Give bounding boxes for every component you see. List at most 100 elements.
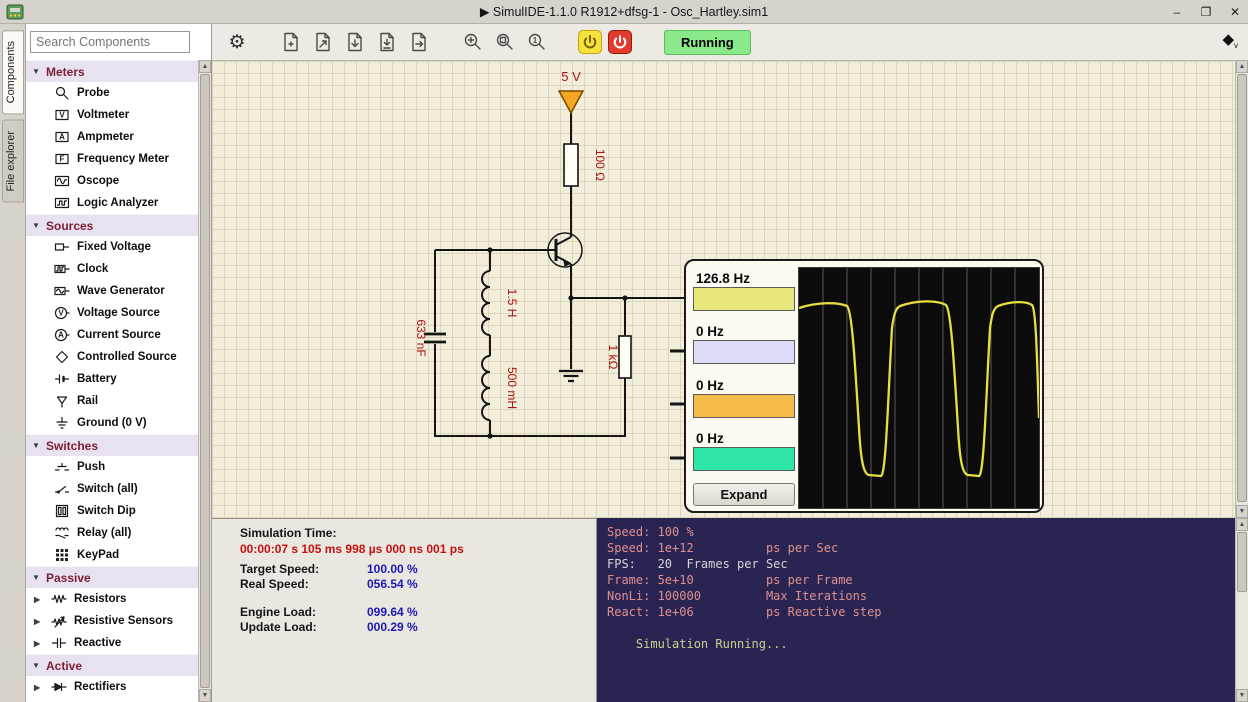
freq-value: 0 Hz (696, 324, 724, 339)
palette-item-resistors[interactable]: ▶Resistors (26, 588, 198, 610)
console-scrollbar[interactable]: ▲ ▼ (1235, 518, 1248, 702)
palette-item-oscope[interactable]: Oscope (26, 170, 198, 192)
power-off-button[interactable] (608, 30, 632, 54)
logic-analyzer-icon (53, 195, 70, 212)
probe-icon (53, 85, 70, 102)
inductor-l2[interactable]: 500 mH (482, 356, 519, 420)
palette-item-clock[interactable]: Clock (26, 258, 198, 280)
palette-item-switch-dip[interactable]: Switch Dip (26, 500, 198, 522)
svg-text:1.5 H: 1.5 H (505, 289, 519, 318)
frequency-meter[interactable]: 126.8 Hz 0 Hz 0 Hz 0 Hz Expand (684, 259, 1044, 513)
console-line: React: 1e+06 ps Reactive step (607, 604, 1226, 620)
palette-item-voltage-source[interactable]: VVoltage Source (26, 302, 198, 324)
console-line: NonLi: 100000 Max Iterations (607, 588, 1226, 604)
palette-scrollbar[interactable]: ▲ ▼ (198, 60, 211, 702)
palette-item-ampmeter[interactable]: AAmpmeter (26, 126, 198, 148)
stat-value: 056.54 % (367, 577, 418, 591)
expand-arrow-icon[interactable]: ▶ (34, 617, 43, 626)
side-tabstrip: Components File explorer (0, 24, 26, 702)
minimize-button[interactable]: – (1170, 5, 1184, 19)
zoom-selected-icon[interactable] (492, 29, 518, 55)
power-on-button[interactable] (578, 30, 602, 54)
canvas-scrollbar[interactable]: ▲ ▼ (1235, 60, 1248, 518)
resistor-r2[interactable]: 1 kΩ (606, 336, 631, 378)
simulation-console[interactable]: Speed: 100 % Speed: 1e+12 ps per Sec FPS… (597, 518, 1236, 702)
palette-item-controlled-source[interactable]: Controlled Source (26, 346, 198, 368)
palette-item-keypad[interactable]: KeyPad (26, 544, 198, 566)
palette-item-voltmeter[interactable]: VVoltmeter (26, 104, 198, 126)
palette-item-push[interactable]: Push (26, 456, 198, 478)
expand-button[interactable]: Expand (693, 483, 795, 506)
svg-text:100 Ω: 100 Ω (593, 149, 607, 181)
scroll-up-icon[interactable]: ▲ (1236, 518, 1248, 531)
save-circuit-icon[interactable] (342, 29, 368, 55)
save-as-circuit-icon[interactable] (374, 29, 400, 55)
zoom-fit-icon[interactable] (460, 29, 486, 55)
capacitor-c1[interactable]: 633 nF (414, 319, 446, 356)
palette-item-probe[interactable]: Probe (26, 82, 198, 104)
junction-dots (487, 247, 627, 438)
expand-arrow-icon[interactable]: ▶ (34, 595, 43, 604)
stat-value: 000.29 % (367, 620, 418, 634)
scroll-up-icon[interactable]: ▲ (199, 60, 211, 73)
component-list: ▼Meters Probe VVoltmeter AAmpmeter FFreq… (26, 60, 198, 702)
palette-item-current-source[interactable]: ACurrent Source (26, 324, 198, 346)
scrollbar-thumb[interactable] (1237, 74, 1247, 502)
stat-value: 100.00 % (367, 562, 418, 576)
palette-item-ground[interactable]: Ground (0 V) (26, 412, 198, 434)
restore-button[interactable]: ❐ (1199, 5, 1213, 19)
tab-file-explorer[interactable]: File explorer (2, 120, 24, 203)
open-circuit-icon[interactable] (310, 29, 336, 55)
console-line: Frame: 5e+10 ps per Frame (607, 572, 1226, 588)
scrollbar-thumb[interactable] (200, 74, 210, 688)
palette-item-switch[interactable]: Switch (all) (26, 478, 198, 500)
oscope-icon (53, 173, 70, 190)
palette-item-logic-analyzer[interactable]: Logic Analyzer (26, 192, 198, 214)
zoom-one-icon[interactable]: 1 (524, 29, 550, 55)
push-icon (53, 459, 70, 476)
tab-components[interactable]: Components (2, 30, 24, 114)
simulide-logo-icon (6, 3, 24, 21)
palette-item-relay[interactable]: Relay (all) (26, 522, 198, 544)
ground-icon (53, 415, 70, 432)
freq-bar (693, 394, 795, 418)
close-button[interactable]: ✕ (1228, 5, 1242, 19)
expand-arrow-icon[interactable]: ▶ (34, 639, 43, 648)
svg-text:5 V: 5 V (561, 69, 581, 84)
inductor-l1[interactable]: 1.5 H (482, 271, 519, 335)
palette-item-rail[interactable]: Rail (26, 390, 198, 412)
palette-item-reactive[interactable]: ▶Reactive (26, 632, 198, 654)
palette-category-passive[interactable]: ▼Passive (26, 566, 198, 588)
palette-item-frequency-meter[interactable]: FFrequency Meter (26, 148, 198, 170)
scroll-down-icon[interactable]: ▼ (199, 689, 211, 702)
wires[interactable] (435, 113, 684, 436)
freq-value: 0 Hz (696, 378, 724, 393)
expand-arrow-icon[interactable]: ▶ (34, 683, 43, 692)
palette-category-sources[interactable]: ▼Sources (26, 214, 198, 236)
palette-item-battery[interactable]: Battery (26, 368, 198, 390)
palette-category-meters[interactable]: ▼Meters (26, 60, 198, 82)
export-circuit-icon[interactable] (406, 29, 432, 55)
main-toolbar: ⚙ 1 Running ◆v (212, 24, 1248, 60)
scrollbar-thumb[interactable] (1237, 532, 1247, 592)
palette-category-active[interactable]: ▼Active (26, 654, 198, 676)
settings-gear-icon[interactable]: ⚙ (224, 29, 250, 55)
svg-text:F: F (59, 155, 64, 164)
new-circuit-icon[interactable] (278, 29, 304, 55)
search-components-input[interactable] (30, 31, 190, 53)
palette-item-wave-generator[interactable]: Wave Generator (26, 280, 198, 302)
scroll-up-icon[interactable]: ▲ (1236, 60, 1248, 73)
svg-text:A: A (58, 331, 64, 340)
freq-bar (693, 287, 795, 311)
scroll-down-icon[interactable]: ▼ (1236, 505, 1248, 518)
circuit-canvas[interactable]: 5 V 100 Ω 633 nF 1.5 H (212, 60, 1236, 518)
ground[interactable] (559, 371, 583, 381)
scroll-down-icon[interactable]: ▼ (1236, 689, 1248, 702)
palette-item-rectifiers[interactable]: ▶Rectifiers (26, 676, 198, 698)
resistor-r1[interactable]: 100 Ω (564, 144, 607, 186)
rail-5v[interactable]: 5 V (559, 69, 583, 113)
palette-category-switches[interactable]: ▼Switches (26, 434, 198, 456)
palette-item-resistive-sensors[interactable]: ▶Resistive Sensors (26, 610, 198, 632)
palette-item-fixed-voltage[interactable]: Fixed Voltage (26, 236, 198, 258)
info-icon[interactable]: ◆v (1222, 30, 1238, 50)
